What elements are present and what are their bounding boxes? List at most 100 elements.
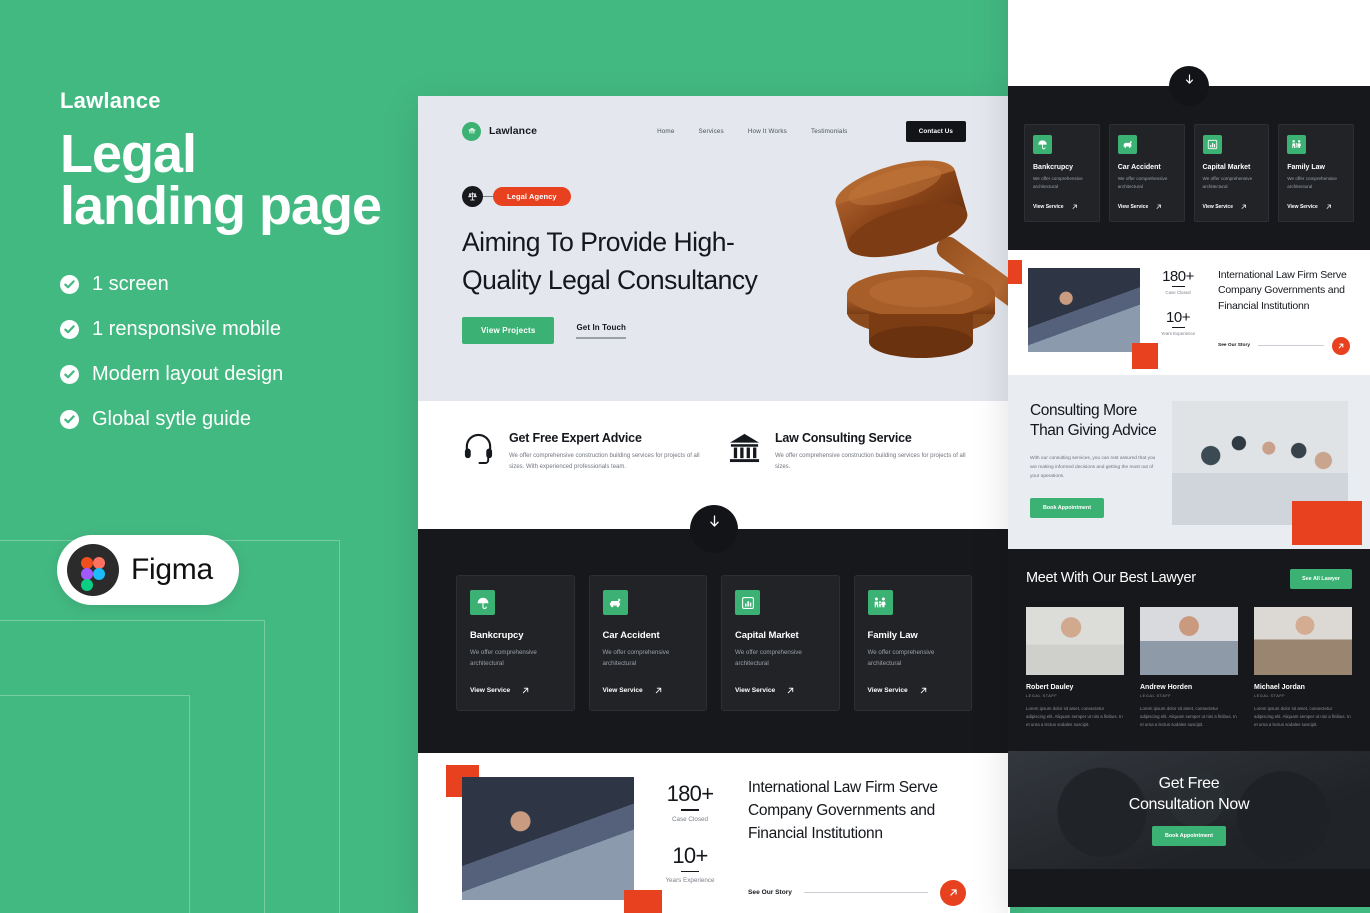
nav-item-testimonials[interactable]: Testimonials [811, 128, 847, 135]
gavel-image [795, 144, 1010, 384]
r-view-service-label: View Service [1287, 203, 1318, 210]
r-stats-heading: International Law Firm Serve Company Gov… [1218, 268, 1347, 313]
decorative-square-accent [1292, 500, 1362, 545]
r-service-desc: We offer comprehensive architectural [1117, 176, 1168, 190]
list-item: Global sytle guide [60, 408, 400, 431]
hero-heading: Aiming To Provide High-Quality Legal Con… [462, 227, 758, 295]
promo-panel: Lawlance Legal landing page 1 screen 1 r… [60, 88, 400, 431]
lawyer-bio: Lorem ipsum dolor sit amet, consectetur … [1140, 705, 1237, 728]
r-view-service-link[interactable]: View Service [1118, 204, 1176, 210]
r-view-service-link[interactable]: View Service [1203, 204, 1261, 210]
r-service-title: Family Law [1287, 164, 1325, 171]
view-service-link[interactable]: View Service [868, 687, 959, 694]
r-scroll-down-button[interactable] [1169, 66, 1209, 106]
stats-photo-wrap [446, 765, 662, 913]
lawyer-bio: Lorem ipsum dolor sit amet, consectetur … [1026, 705, 1123, 728]
contact-us-button[interactable]: Contact Us [905, 120, 966, 142]
car-crash-icon [602, 590, 628, 615]
car-crash-icon [1117, 135, 1137, 154]
service-card[interactable]: Car Accident We offer comprehensive arch… [588, 575, 707, 712]
get-in-touch-link[interactable]: Get In Touch [576, 323, 626, 339]
nav-item-services[interactable]: Services [698, 128, 723, 135]
get-in-touch-label: Get In Touch [576, 323, 626, 332]
nav-item-how-it-works[interactable]: How It Works [748, 128, 787, 135]
lawyer-card[interactable]: Michael Jordan LEGAL STAFF Lorem ipsum d… [1254, 606, 1352, 729]
services-section: Bankcrupcy We offer comprehensive archit… [418, 529, 1010, 754]
r-consulting-desc: With our consulting services, you can re… [1030, 455, 1156, 480]
arrow-up-right-icon [940, 879, 966, 906]
r-advice-section: Get Free Expert Advice We offer comprehe… [1008, 0, 1370, 106]
view-service-link[interactable]: View Service [735, 687, 826, 694]
service-card[interactable]: Family Law We offer comprehensive archit… [853, 575, 972, 712]
r-stat-number: 10+ [1166, 308, 1190, 326]
feature-list: 1 screen 1 rensponsive mobile Modern lay… [60, 273, 400, 431]
top-navigation: Lawlance Home Services How It Works Test… [462, 114, 966, 148]
arrow-down-icon [1185, 74, 1193, 84]
arrow-up-right-icon [655, 688, 661, 694]
scales-of-justice-icon [462, 186, 483, 207]
r-service-title: Bankcrupcy [1033, 164, 1074, 171]
arrow-up-right-icon [1156, 204, 1162, 209]
r-service-desc: We offer comprehensive architectural [1287, 176, 1337, 190]
nav-links: Home Services How It Works Testimonials [657, 128, 847, 135]
headset-icon [462, 431, 495, 464]
service-card[interactable]: Bankcrupcy We offer comprehensive archit… [456, 575, 575, 712]
list-item: 1 rensponsive mobile [60, 318, 400, 341]
stats-text: International Law Firm Serve Company Gov… [730, 777, 966, 906]
lawyer-portrait [1026, 606, 1124, 675]
site-logo[interactable]: Lawlance [462, 121, 537, 141]
r-cta-line1: Get Free [1158, 775, 1220, 793]
badge-connector [483, 196, 493, 197]
r-service-desc: We offer comprehensive architectural [1202, 176, 1253, 190]
view-service-label: View Service [470, 687, 511, 695]
service-desc: We offer comprehensive architectural [867, 649, 935, 668]
arrow-down-icon [709, 515, 719, 527]
family-icon [867, 590, 893, 615]
promo-title-line1: Legal [60, 124, 197, 184]
stat-label: Years Experience [665, 877, 715, 885]
services-grid: Bankcrupcy We offer comprehensive archit… [456, 575, 972, 712]
view-service-link[interactable]: View Service [470, 687, 561, 694]
service-title: Bankcrupcy [470, 630, 524, 641]
r-see-our-story-link[interactable]: See Our Story [1218, 336, 1350, 355]
chart-icon [1202, 135, 1222, 154]
decorative-square-bottom [1132, 342, 1158, 369]
figma-icon [67, 544, 119, 596]
arrow-up-right-icon [920, 688, 926, 694]
r-view-service-link[interactable]: View Service [1033, 204, 1091, 210]
view-projects-button[interactable]: View Projects [462, 317, 555, 345]
r-service-card[interactable]: Bankcrupcy We offer comprehensive archit… [1024, 124, 1100, 222]
service-card[interactable]: Capital Market We offer comprehensive ar… [721, 575, 840, 712]
see-all-lawyer-button[interactable]: See All Lawyer [1290, 568, 1352, 589]
r-service-card[interactable]: Car Accident We offer comprehensive arch… [1108, 124, 1185, 222]
view-service-link[interactable]: View Service [603, 687, 694, 694]
lawyer-portrait [1254, 606, 1352, 675]
r-service-card[interactable]: Family Law We offer comprehensive archit… [1278, 124, 1354, 222]
r-lawyers-section: Meet With Our Best Lawyer See All Lawyer… [1008, 548, 1370, 752]
lawyer-card[interactable]: Robert Dauley LEGAL STAFF Lorem ipsum do… [1026, 606, 1124, 729]
promo-title-line2: landing page [60, 176, 382, 237]
feature-label: 1 screen [92, 272, 169, 295]
decorative-square-bottom [624, 889, 662, 913]
r-service-desc: We offer comprehensive architectural [1033, 176, 1083, 190]
nav-item-home[interactable]: Home [657, 128, 674, 135]
r-lawyers-heading: Meet With Our Best Lawyer [1026, 569, 1196, 586]
see-our-story-label: See Our Story [748, 889, 792, 897]
r-stats-section: 180+ Case Closed 10+ Years Experience In… [1008, 249, 1370, 375]
see-our-story-link[interactable]: See Our Story [748, 879, 966, 906]
lawyer-card[interactable]: Andrew Horden LEGAL STAFF Lorem ipsum do… [1140, 606, 1238, 729]
service-title: Family Law [867, 630, 918, 641]
arrow-up-right-icon [1332, 336, 1350, 355]
bank-icon [728, 431, 761, 464]
advice-card-expert: Get Free Expert Advice We offer comprehe… [462, 431, 700, 529]
scroll-down-button[interactable] [690, 505, 738, 553]
check-icon [60, 319, 79, 339]
r-cta-section: Get Free Consultation Now Book Appointme… [1008, 751, 1370, 870]
r-view-service-link[interactable]: View Service [1287, 204, 1345, 210]
r-service-card[interactable]: Capital Market We offer comprehensive ar… [1193, 124, 1270, 222]
book-appointment-button[interactable]: Book Appointment [1030, 497, 1105, 518]
lawyer-consultation-photo [1028, 267, 1140, 352]
r-book-appointment-button[interactable]: Book Appointment [1151, 826, 1226, 846]
advice-desc: We offer comprehensive construction buil… [509, 453, 700, 471]
r-consulting-heading: Consulting More Than Giving Advice [1030, 401, 1157, 440]
